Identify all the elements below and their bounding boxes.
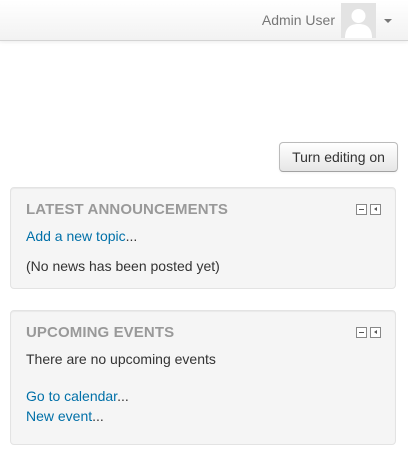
- block-controls: [356, 327, 381, 338]
- caret-down-icon[interactable]: [384, 18, 392, 23]
- link-ellipsis: ...: [125, 228, 138, 244]
- go-to-calendar-link[interactable]: Go to calendar: [26, 388, 117, 404]
- top-navbar: Admin User: [0, 0, 408, 41]
- add-topic-line: Add a new topic...: [26, 227, 137, 245]
- block-controls: [356, 204, 381, 215]
- block-title: UPCOMING EVENTS: [26, 324, 175, 341]
- hide-block-icon[interactable]: [356, 204, 367, 215]
- new-event-link[interactable]: New event: [26, 408, 92, 424]
- dock-block-icon[interactable]: [370, 204, 381, 215]
- turn-editing-on-button[interactable]: Turn editing on: [279, 142, 398, 172]
- hide-block-icon[interactable]: [356, 327, 367, 338]
- dock-block-icon[interactable]: [370, 327, 381, 338]
- block-title: LATEST ANNOUNCEMENTS: [26, 201, 228, 218]
- no-events-message: There are no upcoming events: [26, 351, 216, 367]
- user-name[interactable]: Admin User: [262, 12, 335, 28]
- new-event-line: New event...: [26, 407, 104, 425]
- no-news-message: (No news has been posted yet): [26, 258, 220, 274]
- latest-announcements-block: LATEST ANNOUNCEMENTS Add a new topic... …: [10, 187, 396, 289]
- link-ellipsis: ...: [92, 408, 104, 424]
- calendar-line: Go to calendar...: [26, 387, 129, 405]
- user-avatar-icon[interactable]: [341, 2, 376, 38]
- add-new-topic-link[interactable]: Add a new topic: [26, 228, 126, 244]
- link-ellipsis: ...: [117, 388, 129, 404]
- upcoming-events-block: UPCOMING EVENTS There are no upcoming ev…: [10, 310, 396, 445]
- user-menu[interactable]: Admin User: [262, 0, 392, 40]
